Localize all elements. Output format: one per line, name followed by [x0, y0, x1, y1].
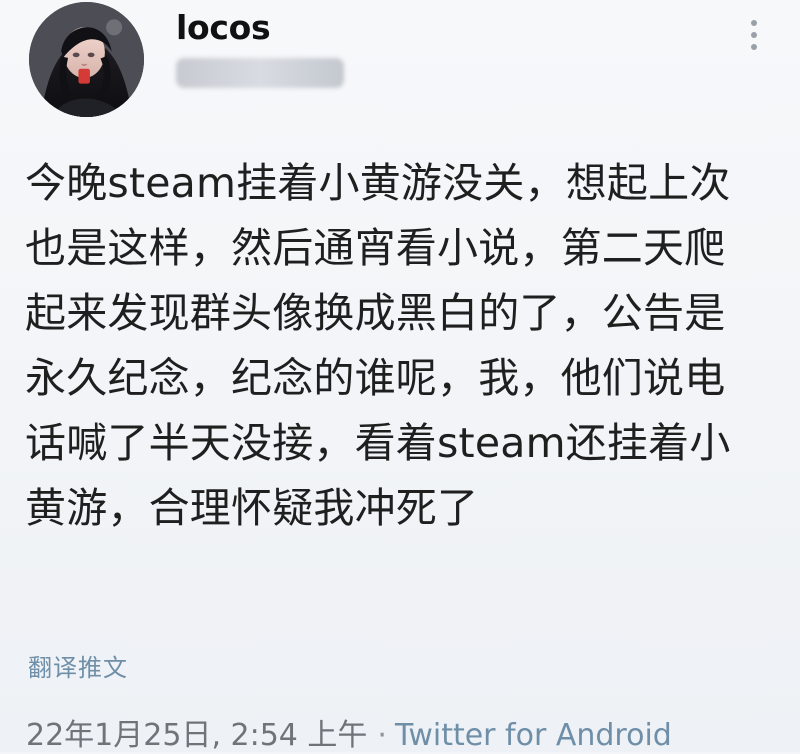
username[interactable]: locos [176, 8, 271, 47]
tweet-card: locos 今晚steam挂着小黄游没关，想起上次也是这样，然后通宵看小说，第二… [0, 0, 800, 753]
tweet-source[interactable]: Twitter for Android [395, 718, 672, 753]
blurred-handle [176, 58, 344, 88]
meta-separator: · [377, 718, 387, 753]
avatar[interactable] [29, 2, 144, 117]
more-vertical-icon[interactable] [746, 20, 762, 54]
tweet-body: 今晚steam挂着小黄游没关，想起上次也是这样，然后通宵看小说，第二天爬起来发现… [25, 159, 731, 532]
tweet-meta: 22年1月25日, 2:54 上午 · Twitter for Android [26, 718, 672, 753]
avatar-image [29, 2, 144, 117]
translate-tweet-link[interactable]: 翻译推文 [28, 648, 128, 683]
more-dot [751, 20, 757, 26]
tweet-date[interactable]: 22年1月25日 [26, 718, 211, 753]
tweet-time[interactable]: 2:54 上午 [231, 718, 368, 753]
more-dot [751, 44, 757, 50]
more-dot [751, 32, 757, 38]
tweet-header: locos [22, 0, 778, 125]
